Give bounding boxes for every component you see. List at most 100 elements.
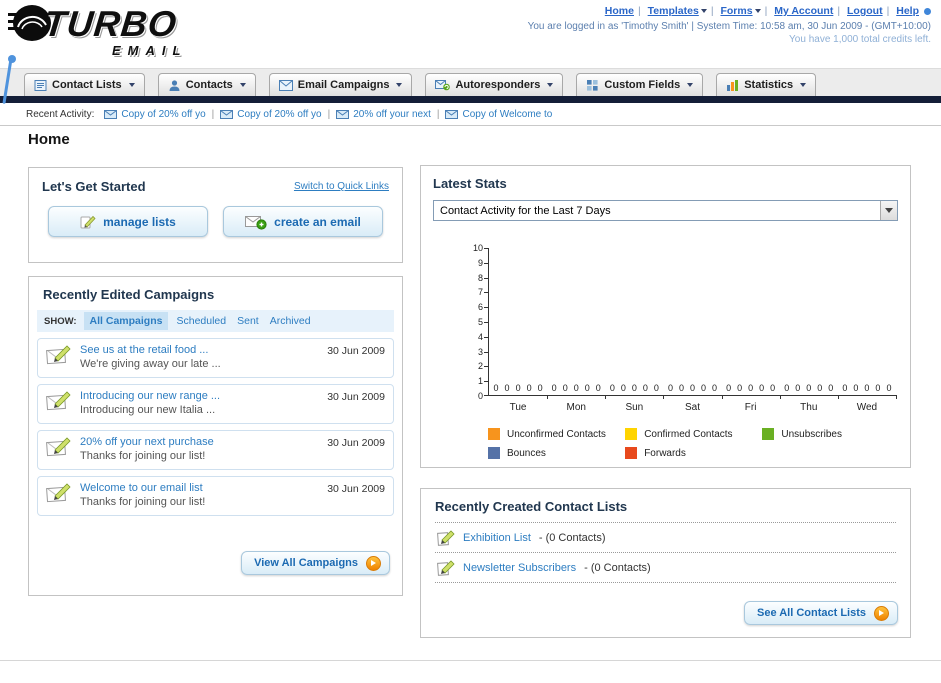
campaign-title[interactable]: Introducing our new range ... bbox=[80, 390, 319, 402]
legend-swatch bbox=[762, 428, 775, 440]
chevron-down-icon bbox=[700, 9, 707, 14]
chart-value-label: 0 bbox=[631, 383, 637, 393]
campaign-title[interactable]: 20% off your next purchase bbox=[80, 436, 319, 448]
main-nav: Contact Lists Contacts Email Campaigns A… bbox=[0, 68, 941, 96]
legend-item: Confirmed Contacts bbox=[625, 428, 762, 440]
statistics-icon bbox=[727, 79, 739, 91]
chart-value-label: 0 bbox=[642, 383, 648, 393]
legend-swatch bbox=[625, 428, 638, 440]
tab-contacts[interactable]: Contacts bbox=[157, 73, 256, 96]
nav-link-home[interactable]: Home bbox=[605, 5, 634, 17]
chart-value-label: 0 bbox=[609, 383, 615, 393]
separator: | bbox=[637, 5, 641, 17]
stats-chart-legend: Unconfirmed Contacts Confirmed Contacts Un… bbox=[488, 428, 900, 466]
manage-lists-label: manage lists bbox=[103, 214, 176, 229]
separator: | bbox=[691, 21, 694, 32]
x-axis-label: Mon bbox=[566, 402, 586, 413]
contact-list-name[interactable]: Exhibition List bbox=[463, 532, 531, 544]
tab-contact-lists[interactable]: Contact Lists bbox=[24, 73, 145, 96]
x-axis-label: Fri bbox=[744, 402, 757, 413]
app-logo[interactable]: TURBO EMAIL bbox=[8, 3, 278, 63]
chart-value-label: 0 bbox=[537, 383, 543, 393]
recent-activity-item[interactable]: 20% off your next bbox=[336, 109, 431, 120]
contact-list-row[interactable]: Newsletter Subscribers - (0 Contacts) bbox=[435, 553, 896, 582]
stats-chart-groups: 0 0 0 0 0 Tue 0 0 0 0 0 Mon 0 0 0 0 0 Sun 0 0 0 0 0 Sat 0 0 0 0 0 Fri… bbox=[489, 248, 898, 413]
campaign-date: 30 Jun 2009 bbox=[327, 483, 385, 495]
get-started-panel: Let's Get Started Switch to Quick Links … bbox=[28, 167, 403, 263]
tab-statistics[interactable]: Statistics bbox=[716, 73, 817, 96]
chart-value-label: 0 bbox=[748, 383, 754, 393]
logo-title: TURBO bbox=[41, 3, 180, 44]
switch-quick-links-link[interactable]: Switch to Quick Links bbox=[294, 181, 389, 192]
arrow-circle-icon bbox=[874, 605, 889, 621]
contact-list-count: - (0 Contacts) bbox=[538, 532, 606, 544]
header-right: Home | Templates | Forms | My Account | Logo… bbox=[528, 5, 931, 45]
x-axis-label: Sat bbox=[684, 402, 700, 413]
chart-value-label: 0 bbox=[784, 383, 790, 393]
y-axis-label: 6 bbox=[477, 302, 483, 313]
campaign-row[interactable]: Introducing our new range ... Introducin… bbox=[37, 384, 394, 424]
y-axis-label: 10 bbox=[472, 243, 483, 253]
campaign-title[interactable]: See us at the retail food ... bbox=[80, 344, 319, 356]
campaign-edit-icon bbox=[46, 483, 71, 503]
chart-value-labels: 00000 bbox=[547, 383, 605, 393]
campaign-subtitle: Introducing our new Italia ... bbox=[80, 404, 216, 416]
tab-email-campaigns[interactable]: Email Campaigns bbox=[268, 73, 413, 96]
contact-lists-panel: Recently Created Contact Lists Exhibitio… bbox=[420, 488, 911, 638]
logo-subtitle: EMAIL bbox=[112, 43, 188, 58]
filter-scheduled[interactable]: Scheduled bbox=[176, 315, 226, 327]
chevron-down-icon bbox=[754, 9, 761, 14]
chart-value-label: 0 bbox=[504, 383, 510, 393]
campaign-subtitle: Thanks for joining our list! bbox=[80, 450, 206, 462]
recent-activity-item[interactable]: Copy of Welcome to bbox=[445, 109, 552, 120]
create-email-button[interactable]: create an email bbox=[223, 206, 383, 237]
campaign-date: 30 Jun 2009 bbox=[327, 437, 385, 449]
y-axis-tick bbox=[484, 262, 489, 264]
chart-value-label: 0 bbox=[712, 383, 718, 393]
chart-category-group: 0 0 0 0 0 Thu bbox=[780, 248, 839, 413]
chart-value-label: 0 bbox=[737, 383, 743, 393]
separator: | bbox=[211, 108, 215, 120]
chart-value-label: 0 bbox=[526, 383, 532, 393]
see-all-contact-lists-button[interactable]: See All Contact Lists bbox=[743, 601, 898, 625]
chart-value-label: 0 bbox=[864, 383, 870, 393]
campaign-row[interactable]: See us at the retail food ... We're givi… bbox=[37, 338, 394, 378]
chevron-down-icon bbox=[547, 83, 554, 87]
filter-archived[interactable]: Archived bbox=[270, 315, 311, 327]
recent-activity-item[interactable]: Copy of 20% off yo bbox=[220, 109, 322, 120]
tab-label: Email Campaigns bbox=[297, 79, 390, 91]
nav-link-logout[interactable]: Logout bbox=[847, 5, 883, 17]
recent-activity-item[interactable]: Copy of 20% off yo bbox=[104, 109, 206, 120]
x-axis-label: Tue bbox=[509, 402, 527, 413]
page-title: Home bbox=[28, 131, 70, 148]
contact-list-row[interactable]: Exhibition List - (0 Contacts) bbox=[435, 523, 896, 552]
chart-category-group: 0 0 0 0 0 Mon bbox=[547, 248, 607, 413]
nav-link-templates[interactable]: Templates bbox=[648, 5, 707, 17]
view-all-campaigns-button[interactable]: View All Campaigns bbox=[241, 551, 390, 575]
nav-link-forms[interactable]: Forms bbox=[720, 5, 761, 17]
tab-autoresponders[interactable]: Autoresponders bbox=[425, 73, 564, 96]
nav-link-my-account[interactable]: My Account bbox=[774, 5, 833, 17]
campaign-row[interactable]: 20% off your next purchase Thanks for jo… bbox=[37, 430, 394, 470]
filter-sent[interactable]: Sent bbox=[237, 315, 259, 327]
create-email-label: create an email bbox=[274, 214, 361, 229]
chart-value-labels: 00000 bbox=[838, 383, 896, 393]
campaign-row[interactable]: Welcome to our email list Thanks for joi… bbox=[37, 476, 394, 516]
chart-value-labels: 00000 bbox=[605, 383, 663, 393]
show-label: SHOW: bbox=[44, 315, 77, 327]
filter-all-campaigns[interactable]: All Campaigns bbox=[83, 312, 169, 330]
arrow-circle-icon bbox=[366, 555, 381, 571]
campaign-title[interactable]: Welcome to our email list bbox=[80, 482, 319, 494]
nav-link-help[interactable]: Help bbox=[896, 5, 919, 17]
stats-activity-select[interactable]: Contact Activity for the Last 7 Days bbox=[433, 200, 898, 221]
tab-custom-fields[interactable]: Custom Fields bbox=[576, 73, 704, 96]
envelope-plus-icon bbox=[245, 215, 267, 230]
list-edit-icon bbox=[437, 530, 455, 546]
chart-value-label: 0 bbox=[875, 383, 881, 393]
contact-list-name[interactable]: Newsletter Subscribers bbox=[463, 562, 576, 574]
y-axis-tick bbox=[484, 292, 489, 294]
envelope-icon bbox=[445, 109, 459, 119]
manage-lists-button[interactable]: manage lists bbox=[48, 206, 208, 237]
chart-value-label: 0 bbox=[562, 383, 568, 393]
header: TURBO EMAIL Home | Templates | Forms | My A… bbox=[0, 0, 941, 104]
